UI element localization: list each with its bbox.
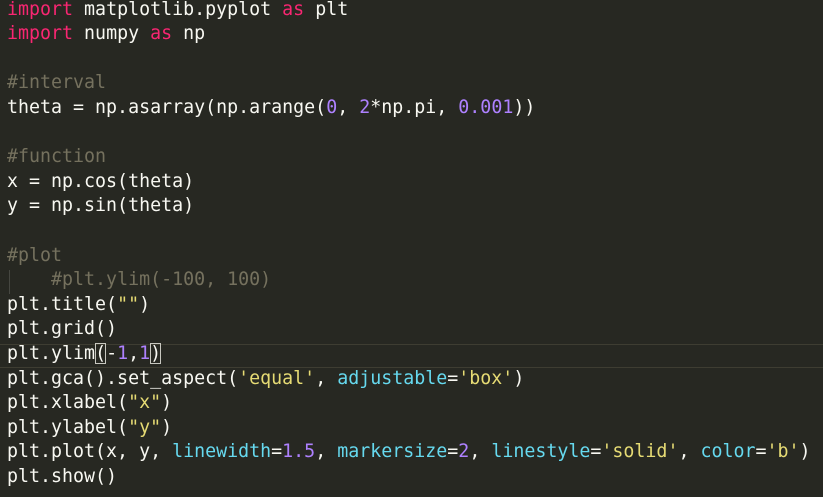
number-token: 2	[359, 96, 371, 118]
code-token: )	[513, 367, 525, 389]
comment-token: #function	[7, 146, 107, 168]
code-token: ,	[678, 441, 701, 463]
code-token: =	[447, 441, 459, 463]
code-token: )	[139, 293, 151, 315]
code-token: )	[161, 416, 173, 438]
string-token: ""	[117, 293, 140, 315]
string-token: 'solid'	[601, 441, 679, 463]
code-token: y = np.sin(theta)	[7, 195, 195, 217]
keyword-token: import	[7, 0, 74, 20]
code-line-11[interactable]: #plot	[7, 244, 62, 269]
code-line-5[interactable]: theta = np.asarray(np.arange(0, 2*np.pi,…	[7, 96, 535, 121]
code-line-2[interactable]: import numpy as np	[7, 22, 205, 47]
code-token: =	[447, 367, 459, 389]
argument-token: linewidth	[172, 441, 272, 463]
code-line-19[interactable]: plt.plot(x, y, linewidth=1.5, markersize…	[7, 440, 811, 465]
string-token: "x"	[128, 392, 162, 414]
code-token: ,	[128, 342, 140, 364]
code-token: plt.show()	[7, 465, 118, 487]
comment-token: #plt.ylim(-100, 100)	[51, 269, 272, 291]
code-token: )	[161, 392, 173, 414]
code-token: matplotlib.pyplot	[73, 0, 283, 20]
number-token: 1	[139, 342, 151, 364]
code-token: -	[106, 342, 118, 364]
code-editor[interactable]: import matplotlib.pyplot as plt import nu…	[0, 0, 823, 497]
code-token: ,	[315, 367, 338, 389]
code-token: theta = np.asarray(np.arange(	[7, 96, 327, 118]
code-token: plt.ylabel(	[7, 416, 129, 438]
code-line-16[interactable]: plt.gca().set_aspect('equal', adjustable…	[7, 367, 524, 392]
code-token: )	[799, 441, 811, 463]
string-token: 'box'	[458, 367, 514, 389]
code-token: plt.xlabel(	[7, 392, 129, 414]
string-token: 'equal'	[238, 367, 316, 389]
argument-token: adjustable	[337, 367, 448, 389]
number-token: 1	[117, 342, 129, 364]
matched-bracket: )	[150, 342, 162, 364]
string-token: 'b'	[766, 441, 800, 463]
code-line-15[interactable]: plt.ylim(-1,1)	[7, 342, 162, 367]
code-token: plt.grid()	[7, 318, 118, 340]
number-token: 0	[326, 96, 338, 118]
argument-token: markersize	[337, 441, 448, 463]
code-line-17[interactable]: plt.xlabel("x")	[7, 391, 172, 416]
code-line-13[interactable]: plt.title("")	[7, 293, 150, 318]
code-token: plt.ylim	[7, 342, 96, 364]
code-token: ,	[315, 441, 338, 463]
code-token: np	[172, 23, 206, 45]
code-token: numpy	[73, 23, 151, 45]
code-line-20[interactable]: plt.show()	[7, 465, 117, 490]
matched-bracket: (	[95, 342, 107, 364]
code-token: plt.gca().set_aspect(	[7, 367, 239, 389]
keyword-token: as	[150, 23, 173, 45]
number-token: 2	[458, 441, 470, 463]
code-token: =	[271, 441, 283, 463]
keyword-token: import	[7, 23, 74, 45]
argument-token: linestyle	[491, 441, 591, 463]
code-token: =	[755, 441, 767, 463]
code-token: ,	[337, 96, 360, 118]
code-token: x = np.cos(theta)	[7, 170, 195, 192]
argument-token: color	[700, 441, 756, 463]
string-token: "y"	[128, 416, 162, 438]
code-token: *np.pi,	[370, 96, 459, 118]
code-token: plt	[304, 0, 349, 20]
code-line-14[interactable]: plt.grid()	[7, 317, 117, 342]
number-token: 1.5	[282, 441, 316, 463]
code-line-18[interactable]: plt.ylabel("y")	[7, 416, 172, 441]
comment-token: #plot	[7, 244, 63, 266]
code-token: ))	[513, 96, 536, 118]
code-line-12[interactable]: #plt.ylim(-100, 100)	[7, 268, 271, 293]
code-token: ,	[469, 441, 492, 463]
keyword-token: as	[282, 0, 305, 20]
number-token: 0.001	[458, 96, 514, 118]
code-line-7[interactable]: #function	[7, 145, 106, 170]
comment-token: #interval	[7, 72, 107, 94]
code-line-1[interactable]: import matplotlib.pyplot as plt	[7, 0, 348, 22]
code-line-9[interactable]: y = np.sin(theta)	[7, 194, 194, 219]
code-line-8[interactable]: x = np.cos(theta)	[7, 170, 194, 195]
code-line-4[interactable]: #interval	[7, 71, 106, 96]
code-token: plt.title(	[7, 293, 118, 315]
code-token: plt.plot(x, y,	[7, 441, 173, 463]
code-token: =	[590, 441, 602, 463]
